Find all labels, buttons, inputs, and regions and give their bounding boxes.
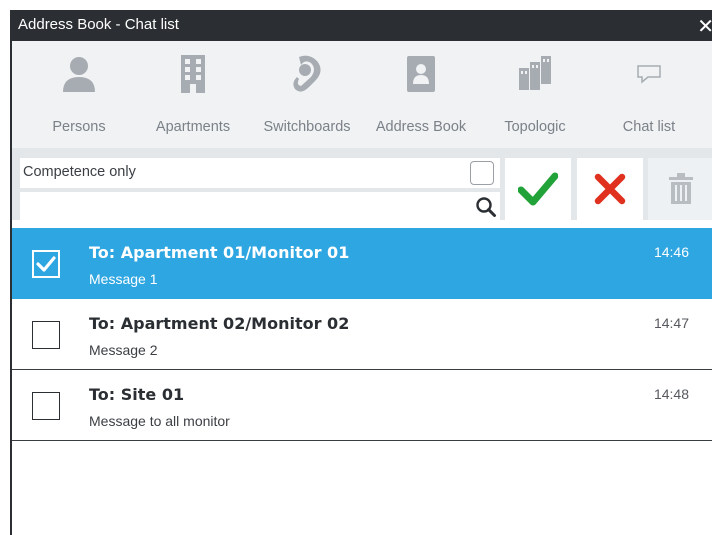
toolbar-label: Topologic (504, 119, 566, 135)
chat-time: 14:48 (653, 386, 689, 402)
x-icon (594, 173, 626, 205)
toolbar-switchboards[interactable]: Switchboards (250, 41, 364, 148)
row-checkbox[interactable] (32, 392, 60, 420)
building-icon (136, 53, 250, 95)
competence-only-label: Competence only (23, 164, 136, 180)
competence-only-field: Competence only (20, 158, 500, 188)
address-book-icon (364, 53, 478, 95)
chat-time: 14:47 (653, 315, 689, 331)
toolbar-chat-list[interactable]: Chat list (592, 41, 706, 148)
chat-row[interactable]: To: Apartment 02/Monitor 02 Message 2 14… (12, 299, 712, 370)
trash-icon (669, 173, 693, 204)
row-checkbox[interactable] (32, 321, 60, 349)
title-bar: Address Book - Chat list ✕ (12, 10, 712, 41)
toolbar-topologic[interactable]: Topologic (478, 41, 592, 148)
chat-recipient: To: Apartment 01/Monitor 01 (89, 243, 350, 262)
topology-buildings-icon (478, 53, 592, 95)
chat-message: Message 1 (89, 271, 158, 287)
chat-recipient: To: Site 01 (89, 385, 185, 404)
chat-bubble-icon (592, 53, 706, 95)
toolbar-label: Persons (52, 119, 106, 135)
chat-message: Message 2 (89, 342, 158, 358)
chat-list: To: Apartment 01/Monitor 01 Message 1 14… (12, 228, 712, 535)
search-icon[interactable] (475, 196, 497, 218)
cancel-button[interactable] (577, 158, 643, 220)
person-icon (22, 53, 136, 95)
search-input[interactable] (20, 192, 500, 220)
competence-only-checkbox[interactable] (470, 161, 494, 185)
checkmark-icon (518, 172, 558, 206)
filter-bar: Competence only (12, 148, 712, 220)
address-book-window: Address Book - Chat list ✕ Persons Apart… (10, 10, 712, 535)
toolbar-address-book[interactable]: Address Book (364, 41, 478, 148)
toolbar-label: Apartments (155, 119, 231, 135)
toolbar-label: Chat list (622, 119, 676, 135)
chat-row[interactable]: To: Site 01 Message to all monitor 14:48 (12, 370, 712, 441)
close-icon[interactable]: ✕ (697, 14, 712, 38)
toolbar: Persons Apartments Switchboards Address (12, 41, 712, 149)
chat-recipient: To: Apartment 02/Monitor 02 (89, 314, 350, 333)
chat-message: Message to all monitor (89, 413, 230, 429)
checkmark-icon (36, 256, 56, 272)
toolbar-persons[interactable]: Persons (22, 41, 136, 148)
chat-time: 14:46 (653, 244, 689, 260)
delete-button[interactable] (648, 158, 712, 220)
confirm-button[interactable] (505, 158, 571, 220)
window-title: Address Book - Chat list (18, 16, 179, 33)
chat-row[interactable]: To: Apartment 01/Monitor 01 Message 1 14… (12, 228, 712, 299)
row-checkbox[interactable] (32, 250, 60, 278)
toolbar-apartments[interactable]: Apartments (136, 41, 250, 148)
operator-headset-icon (250, 53, 364, 95)
toolbar-label: Switchboards (263, 119, 351, 135)
toolbar-label: Address Book (375, 119, 467, 135)
